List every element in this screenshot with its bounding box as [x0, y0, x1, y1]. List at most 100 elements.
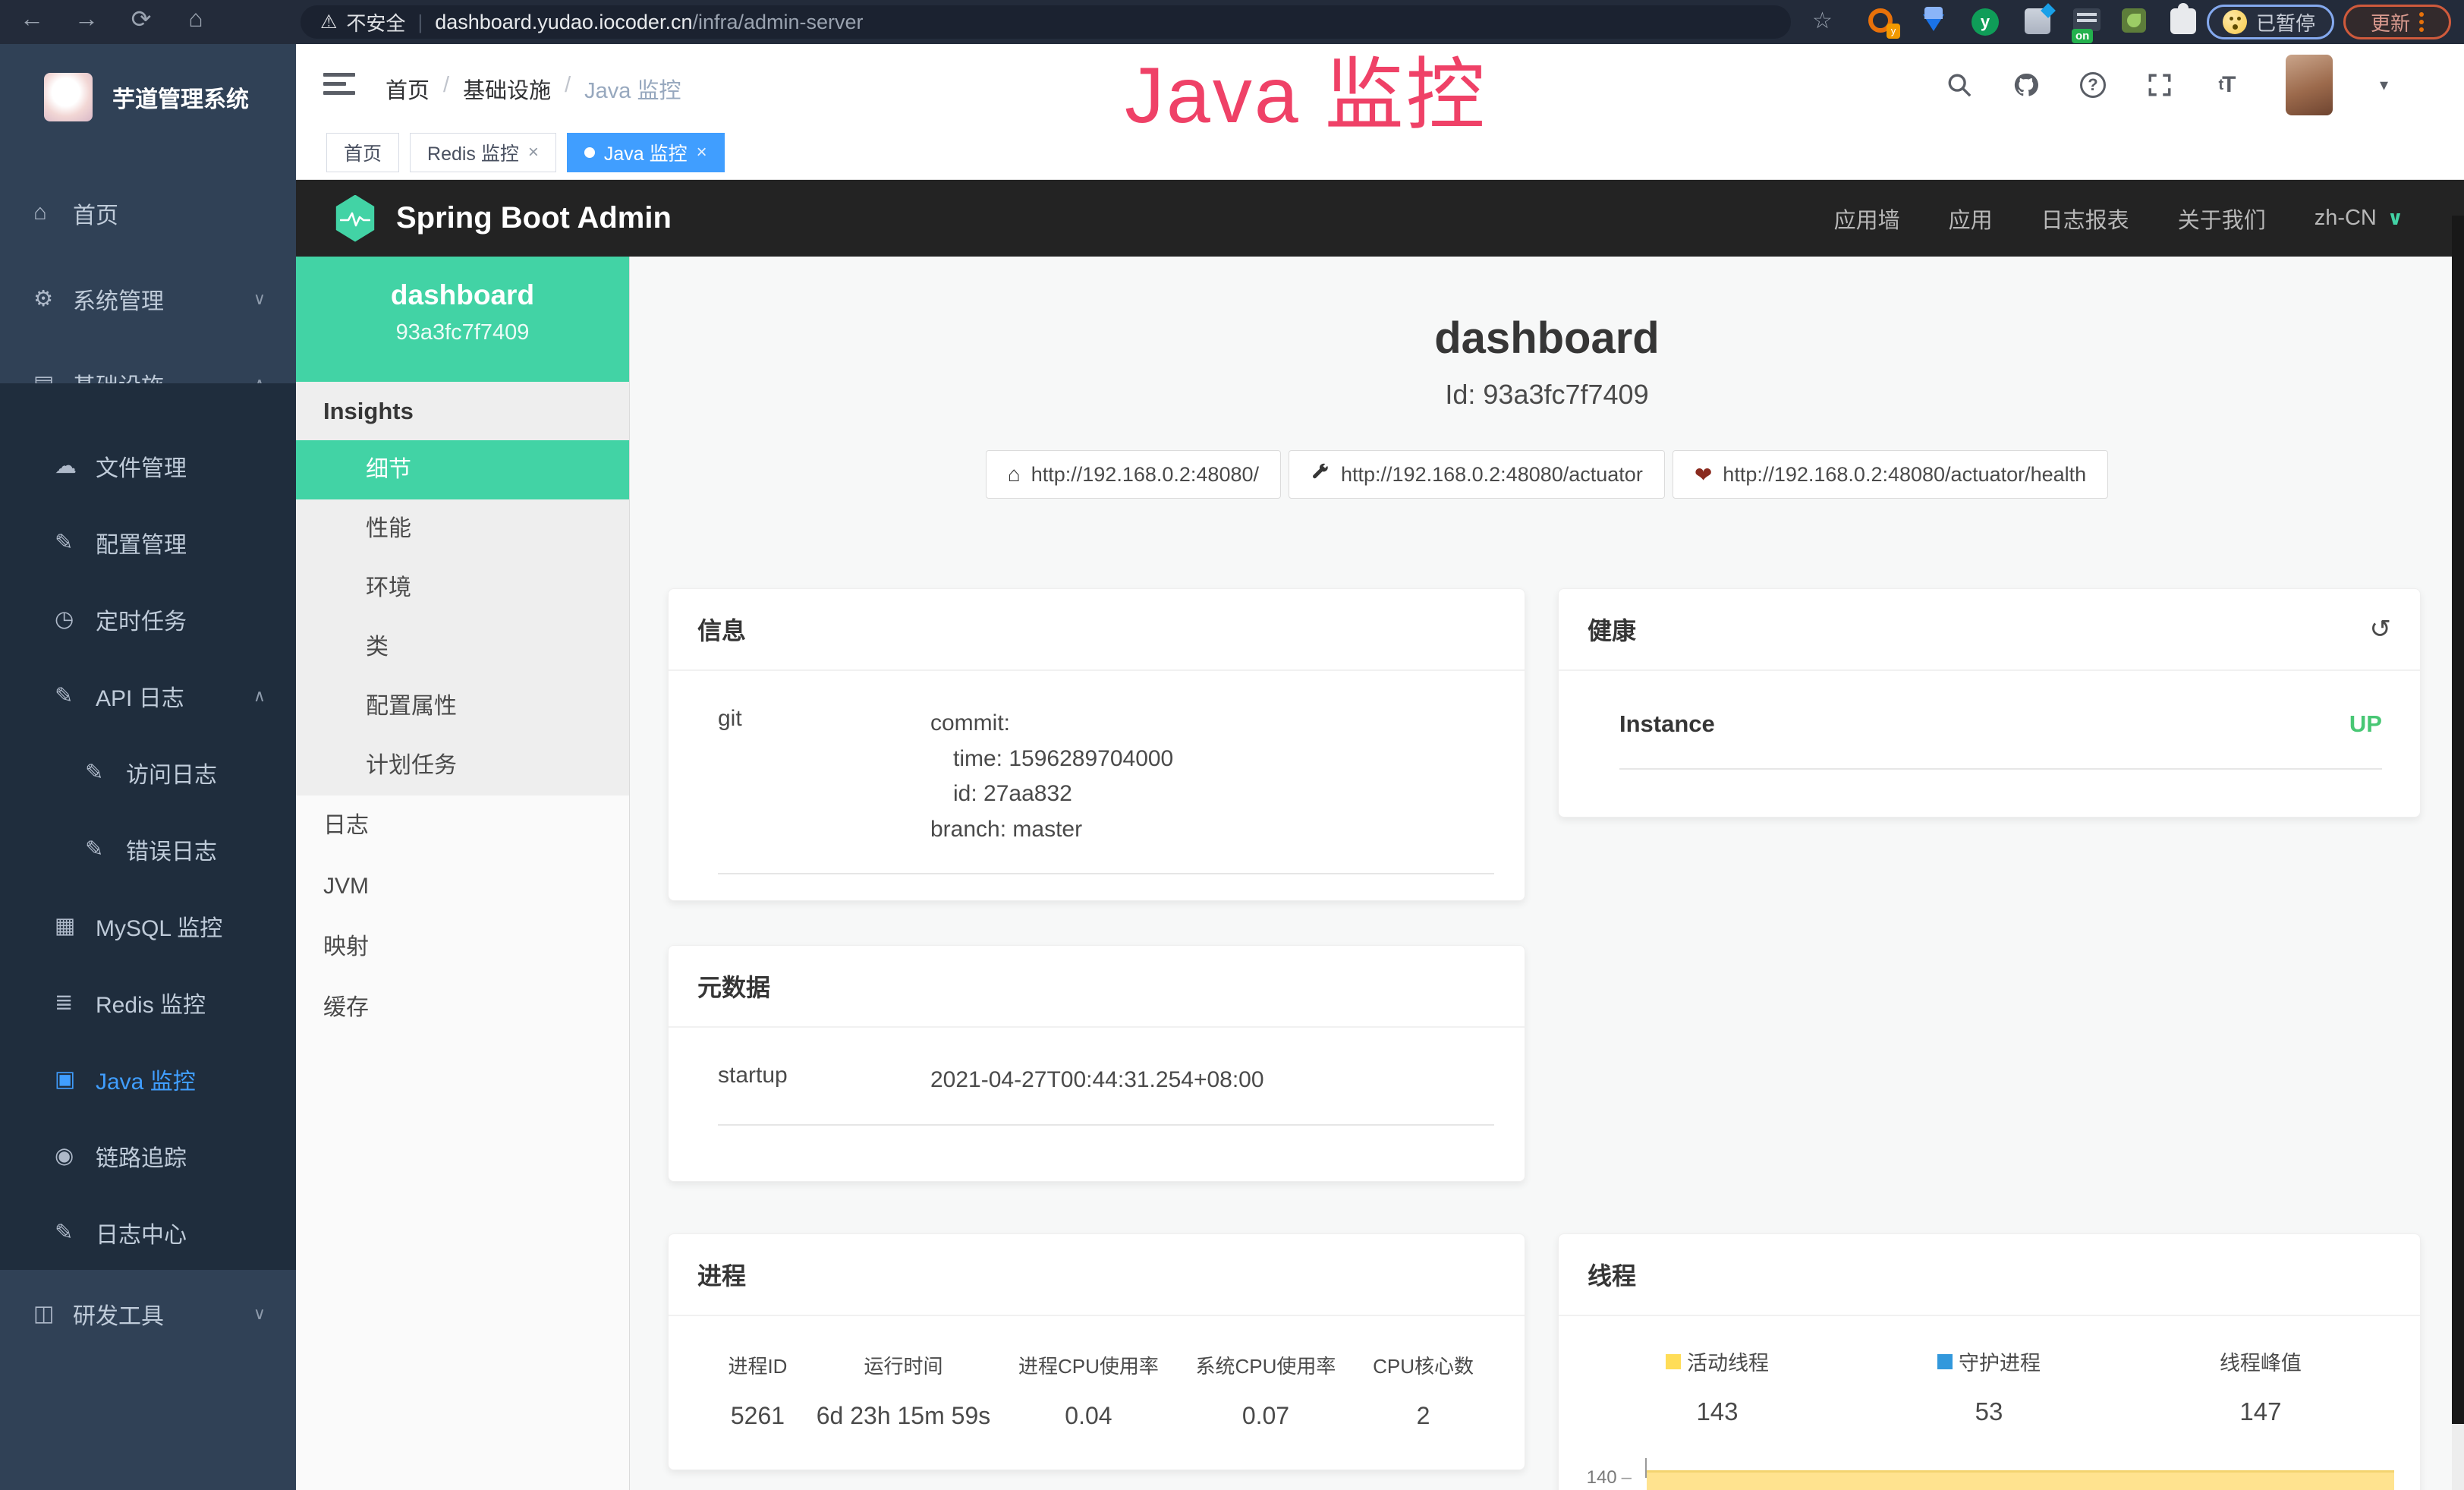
service-url-button[interactable]: ⌂ http://192.168.0.2:48080/ [986, 450, 1281, 499]
sidebar-item-dev-tools[interactable]: ◫ 研发工具 ∨ [0, 1275, 296, 1352]
extension-pin-icon[interactable] [1923, 8, 1950, 36]
back-icon[interactable]: ← [14, 5, 50, 33]
sidebar-item-home[interactable]: ⌂ 首页 [0, 175, 296, 251]
log-edit-icon: ✎ [55, 1219, 96, 1246]
hamburger-icon[interactable] [323, 73, 355, 97]
sba-nav-applications[interactable]: 应用 [1949, 203, 1993, 235]
annotation-java-monitor: Java 监控 [1125, 30, 1487, 145]
history-icon[interactable]: ↺ [2370, 614, 2392, 644]
actuator-url-button[interactable]: http://192.168.0.2:48080/actuator [1289, 450, 1665, 499]
actuator-url: http://192.168.0.2:48080/actuator [1341, 463, 1643, 487]
paused-label: 已暂停 [2256, 8, 2315, 36]
sba-item-caches[interactable]: 缓存 [296, 978, 629, 1038]
extension-list-icon[interactable]: on [2073, 8, 2101, 36]
text-size-icon[interactable]: tT [2211, 70, 2242, 100]
process-card-title: 进程 [669, 1234, 1525, 1316]
sba-nav-journal[interactable]: 日志报表 [2041, 203, 2129, 235]
sidebar-item-java-monitor[interactable]: ▣ Java 监控 [0, 1041, 296, 1117]
threads-card-title: 线程 [1559, 1234, 2420, 1316]
sidebar-item-error-log[interactable]: ✎ 错误日志 [0, 811, 296, 887]
tab-redis-monitor[interactable]: Redis 监控 × [410, 133, 556, 172]
scrollbar-thumb[interactable] [2452, 216, 2464, 1424]
breadcrumb-separator: / [565, 73, 571, 105]
address-bar[interactable]: ⚠ 不安全 | dashboard.yudao.iocoder.cn /infr… [301, 5, 1791, 39]
tab-home[interactable]: 首页 [326, 133, 399, 172]
chevron-down-icon: ∨ [2387, 206, 2403, 230]
sba-item-environment[interactable]: 环境 [296, 559, 629, 618]
close-icon[interactable]: × [697, 142, 707, 163]
sba-item-metrics[interactable]: 性能 [296, 499, 629, 559]
extension-sync-icon[interactable]: y [1868, 8, 1896, 36]
on-badge: on [2072, 29, 2093, 43]
home-icon[interactable]: ⌂ [178, 5, 214, 33]
threads-area-chart: 140 120 100 [1581, 1458, 2397, 1490]
sidebar-item-redis-monitor[interactable]: ≣ Redis 监控 [0, 964, 296, 1041]
sidebar-item-system[interactable]: ⚙ 系统管理 ∨ [0, 260, 296, 337]
extension-puzzle-icon[interactable] [2170, 8, 2198, 36]
process-card: 进程 进程ID 运行时间 进程CPU使用率 系统CPU使用率 CPU核心数 52… [668, 1233, 1525, 1470]
sba-item-mappings[interactable]: 映射 [296, 917, 629, 978]
tab-label: 首页 [344, 139, 382, 166]
breadcrumb-infra[interactable]: 基础设施 [463, 73, 551, 105]
forward-icon[interactable]: → [68, 5, 105, 33]
sba-header: Spring Boot Admin 应用墙 应用 日志报表 关于我们 zh-CN… [296, 180, 2464, 257]
extension-grid-icon[interactable] [2025, 8, 2052, 36]
sidebar-item-api-log[interactable]: ✎ API 日志 ∧ [0, 657, 296, 734]
sba-item-logs[interactable]: 日志 [296, 795, 629, 856]
cloud-icon: ☁ [55, 452, 96, 479]
sidebar-item-scheduled-jobs[interactable]: ◷ 定时任务 [0, 581, 296, 657]
reload-icon[interactable]: ⟳ [123, 5, 159, 33]
process-table-headers: 进程ID 运行时间 进程CPU使用率 系统CPU使用率 CPU核心数 [706, 1351, 1494, 1379]
sidebar-item-tracing[interactable]: ◉ 链路追踪 [0, 1117, 296, 1194]
github-icon[interactable] [2011, 70, 2041, 100]
legend-swatch-daemon [1937, 1354, 1953, 1369]
metadata-card-title: 元数据 [669, 946, 1525, 1028]
language-selector[interactable]: zh-CN ∨ [2315, 206, 2403, 231]
sba-brand-title[interactable]: Spring Boot Admin [396, 201, 672, 235]
heartbeat-icon: ❤ [1695, 462, 1712, 487]
breadcrumb-current: Java 监控 [584, 73, 681, 105]
admin-sidebar: 芋道管理系统 ⌂ 首页 ⚙ 系统管理 ∨ ▤ 基础设施 ∧ ☁ 文件管理 ✎ 配… [0, 44, 296, 1490]
profile-paused-chip[interactable]: 已暂停 [2207, 5, 2334, 39]
sba-item-scheduled-tasks[interactable]: 计划任务 [296, 736, 629, 795]
sidebar-item-file-manage[interactable]: ☁ 文件管理 [0, 427, 296, 504]
y-axis-tick: 140 [1581, 1467, 1632, 1488]
tab-java-monitor[interactable]: Java 监控 × [567, 133, 725, 172]
app-logo-row[interactable]: 芋道管理系统 [0, 44, 296, 150]
close-icon[interactable]: × [528, 142, 539, 163]
live-threads-area [1647, 1470, 2394, 1490]
sidebar-item-mysql-monitor[interactable]: ▦ MySQL 监控 [0, 887, 296, 964]
bookmark-star-icon[interactable]: ☆ [1812, 8, 1833, 34]
extension-y-icon[interactable]: y [1972, 8, 1999, 36]
insights-section-title: Insights [296, 382, 629, 440]
browser-update-chip[interactable]: 更新 [2343, 5, 2451, 39]
process-uptime: 6d 23h 15m 59s [809, 1402, 998, 1430]
sba-item-jvm[interactable]: JVM [296, 856, 629, 917]
user-avatar[interactable] [2286, 55, 2333, 115]
url-host: dashboard.yudao.iocoder.cn [435, 11, 692, 34]
breadcrumb-home[interactable]: 首页 [385, 73, 430, 105]
tab-label: Java 监控 [604, 139, 688, 166]
sidebar-item-log-center[interactable]: ✎ 日志中心 [0, 1194, 296, 1271]
search-icon[interactable] [1944, 70, 1975, 100]
sba-nav-about[interactable]: 关于我们 [2178, 203, 2266, 235]
extension-leaf-icon[interactable] [2122, 8, 2149, 36]
sba-sidebar: dashboard 93a3fc7f7409 Insights 细节 性能 环境… [296, 257, 630, 1490]
health-instance-row: Instance UP [1619, 710, 2382, 770]
fullscreen-icon[interactable] [2145, 70, 2175, 100]
sba-item-classes[interactable]: 类 [296, 618, 629, 677]
spring-boot-admin-logo [334, 195, 376, 242]
sba-item-config-props[interactable]: 配置属性 [296, 677, 629, 736]
threads-legend: 活动线程 143 守护进程 53 线程峰值 147 [1581, 1347, 2397, 1426]
sidebar-item-access-log[interactable]: ✎ 访问日志 [0, 734, 296, 811]
legend-swatch-active [1666, 1354, 1681, 1369]
instance-header[interactable]: dashboard 93a3fc7f7409 [296, 257, 629, 382]
sidebar-item-config-manage[interactable]: ✎ 配置管理 [0, 504, 296, 581]
caret-down-icon[interactable]: ▾ [2380, 75, 2388, 95]
dashboard-icon: ⌂ [33, 200, 73, 225]
help-icon[interactable]: ? [2078, 70, 2108, 100]
sba-item-details[interactable]: 细节 [296, 440, 629, 499]
sba-nav-wall[interactable]: 应用墙 [1834, 203, 1900, 235]
browser-menu-icon[interactable] [2419, 12, 2424, 32]
health-url-button[interactable]: ❤ http://192.168.0.2:48080/actuator/heal… [1673, 450, 2108, 499]
